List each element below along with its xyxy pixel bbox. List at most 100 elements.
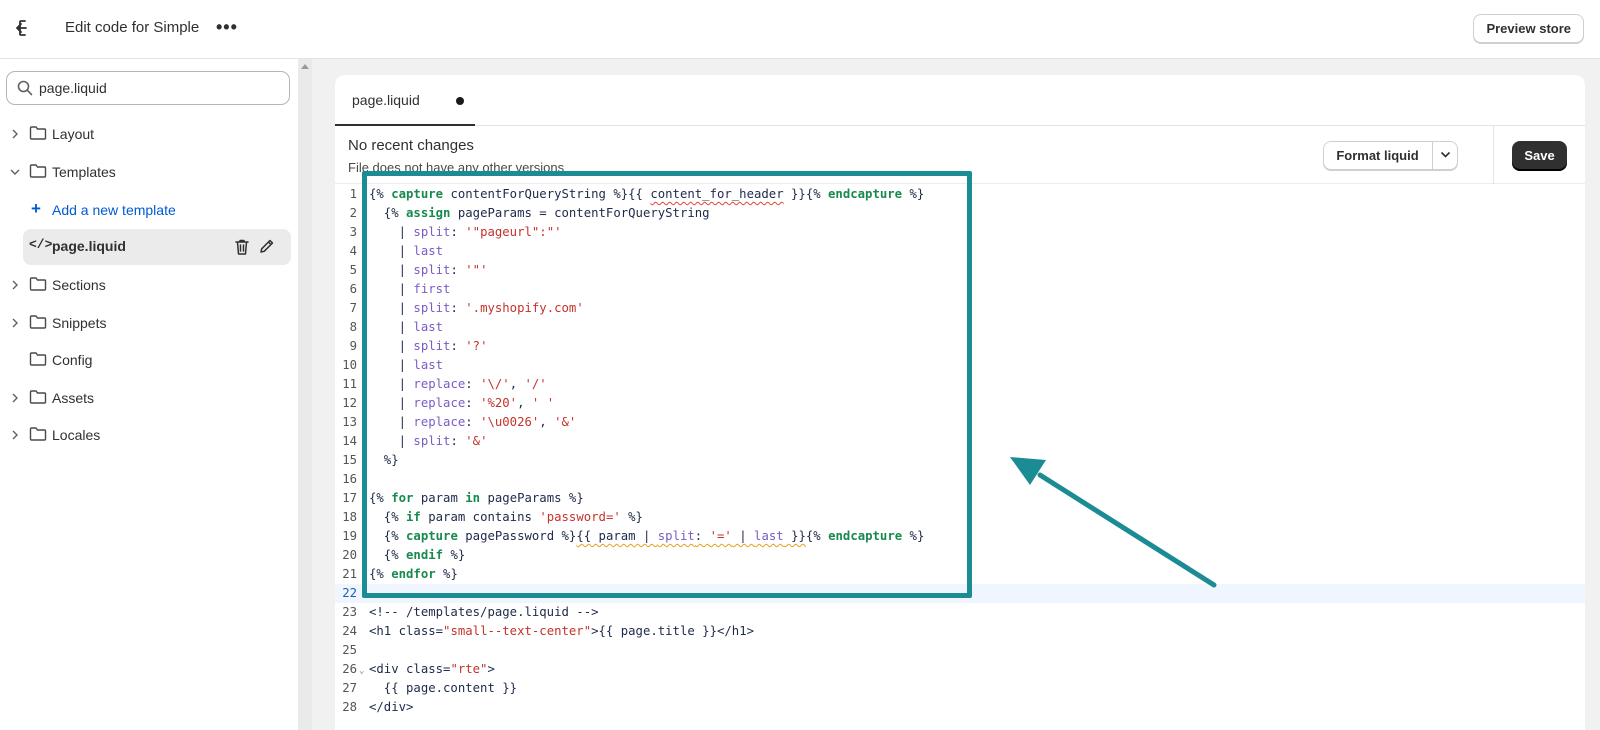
line-number: 18	[342, 510, 357, 524]
code-line[interactable]: 4 | last	[335, 242, 1585, 261]
save-button[interactable]: Save	[1512, 141, 1567, 171]
folder-sections[interactable]: Sections	[0, 270, 298, 300]
folder-templates[interactable]: Templates	[0, 157, 298, 187]
folder-assets[interactable]: Assets	[0, 383, 298, 413]
code-line[interactable]: 24 <h1 class="small--text-center">{{ page…	[335, 622, 1585, 641]
folder-snippets[interactable]: Snippets	[0, 308, 298, 338]
folder-icon	[29, 427, 47, 441]
code-line[interactable]: 28 </div>	[335, 698, 1585, 717]
divider	[1493, 126, 1494, 184]
code-text: | split: '?'	[369, 339, 488, 353]
line-number: 12	[342, 396, 357, 410]
unsaved-dot-icon	[456, 97, 464, 105]
code-line[interactable]: 19 {% capture pagePassword %}{{ param | …	[335, 527, 1585, 546]
code-line[interactable]: 17 {% for param in pageParams %}	[335, 489, 1585, 508]
chevron-right-icon	[12, 129, 18, 139]
code-line[interactable]: 8 | last	[335, 318, 1585, 337]
code-text: %}	[369, 453, 399, 467]
code-line[interactable]: 20 {% endif %}	[335, 546, 1585, 565]
code-line[interactable]: 10 | last	[335, 356, 1585, 375]
code-line[interactable]: 15 %}	[335, 451, 1585, 470]
file-sidebar: Layout Templates + Add a new template </…	[0, 59, 298, 730]
folder-icon	[29, 277, 47, 291]
folder-config[interactable]: Config	[0, 345, 298, 375]
format-liquid-button[interactable]: Format liquid	[1324, 142, 1431, 169]
file-item-page-liquid[interactable]: </> page.liquid	[23, 229, 291, 265]
line-number: 14	[342, 434, 357, 448]
code-line[interactable]: 27 {{ page.content }}	[335, 679, 1585, 698]
chevron-down-icon	[10, 169, 20, 175]
chevron-right-icon	[12, 430, 18, 440]
code-text: <!-- /templates/page.liquid -->	[369, 605, 599, 619]
search-input[interactable]	[39, 78, 279, 98]
code-line[interactable]: 13 | replace: '\u0026', '&'	[335, 413, 1585, 432]
add-template-label: Add a new template	[52, 202, 176, 218]
search-icon	[17, 80, 33, 96]
code-text: {% endif %}	[369, 548, 466, 562]
code-text: {% endfor %}	[369, 567, 458, 581]
code-line[interactable]: 14 | split: '&'	[335, 432, 1585, 451]
line-number: 8	[349, 320, 357, 334]
chevron-right-icon	[12, 393, 18, 403]
code-line[interactable]: 25	[335, 641, 1585, 660]
more-actions-button[interactable]: •••	[216, 17, 238, 37]
line-number: 15	[342, 453, 357, 467]
code-line[interactable]: 11 | replace: '\/', '/'	[335, 375, 1585, 394]
code-text: {{ page.content }}	[369, 681, 518, 695]
folder-label: Templates	[52, 164, 116, 180]
code-text: | last	[369, 358, 444, 372]
code-text: | replace: '\/', '/'	[369, 377, 547, 391]
code-line[interactable]: 12 | replace: '%20', ' '	[335, 394, 1585, 413]
code-line[interactable]: 2 {% assign pageParams = contentForQuery…	[335, 204, 1585, 223]
code-line[interactable]: 16	[335, 470, 1585, 489]
code-text: <div class="rte">	[369, 662, 495, 676]
folder-label: Layout	[52, 126, 95, 142]
page-title: Edit code for Simple	[65, 19, 200, 36]
code-text: | replace: '\u0026', '&'	[369, 415, 577, 429]
exit-icon[interactable]	[16, 17, 38, 39]
code-text: | split: '&'	[369, 434, 488, 448]
chevron-right-icon	[12, 318, 18, 328]
code-line[interactable]: 3 | split: '"pageurl":"'	[335, 223, 1585, 242]
code-line[interactable]: 18 {% if param contains 'password=' %}	[335, 508, 1585, 527]
code-line[interactable]: 9 | split: '?'	[335, 337, 1585, 356]
line-number: 13	[342, 415, 357, 429]
scroll-up-icon[interactable]	[301, 64, 309, 69]
code-area[interactable]: 1 {% capture contentForQueryString %}{{ c…	[335, 185, 1585, 730]
line-number: 20	[342, 548, 357, 562]
line-number: 4	[349, 244, 357, 258]
code-line[interactable]: 26 ⌄ <div class="rte">	[335, 660, 1585, 679]
folder-locales[interactable]: Locales	[0, 420, 298, 450]
preview-store-button[interactable]: Preview store	[1473, 14, 1584, 43]
folder-icon	[29, 164, 47, 178]
folder-label: Sections	[52, 277, 106, 293]
tab-label: page.liquid	[352, 92, 420, 108]
code-line[interactable]: 5 | split: '"'	[335, 261, 1585, 280]
trash-icon[interactable]	[234, 238, 250, 256]
code-line[interactable]: 23 <!-- /templates/page.liquid -->	[335, 603, 1585, 622]
code-line[interactable]: 21 {% endfor %}	[335, 565, 1585, 584]
line-number: 3	[349, 225, 357, 239]
line-number: 16	[342, 472, 357, 486]
version-info-bar: No recent changes File does not have any…	[335, 126, 1585, 184]
code-text: {% for param in pageParams %}	[369, 491, 584, 505]
line-number: 23	[342, 605, 357, 619]
tab-page-liquid[interactable]: page.liquid	[335, 75, 475, 126]
code-line[interactable]: 6 | first	[335, 280, 1585, 299]
format-liquid-group: Format liquid	[1323, 141, 1458, 170]
code-text: {% capture pagePassword %}{{ param | spl…	[369, 529, 925, 543]
pencil-icon[interactable]	[259, 238, 275, 254]
code-line[interactable]: 7 | split: '.myshopify.com'	[335, 299, 1585, 318]
folder-layout[interactable]: Layout	[0, 119, 298, 149]
line-number: 7	[349, 301, 357, 315]
line-number: 11	[342, 377, 357, 391]
file-search[interactable]	[6, 71, 290, 105]
add-template-link[interactable]: + Add a new template	[0, 195, 298, 225]
code-line[interactable]: 22	[335, 584, 1585, 603]
format-options-button[interactable]	[1432, 142, 1457, 169]
code-text: {% if param contains 'password=' %}	[369, 510, 643, 524]
line-number: 22	[342, 586, 357, 600]
top-bar: Edit code for Simple ••• Preview store	[0, 0, 1600, 59]
code-line[interactable]: 1 {% capture contentForQueryString %}{{ c…	[335, 185, 1585, 204]
sidebar-scrollbar[interactable]	[298, 59, 312, 730]
